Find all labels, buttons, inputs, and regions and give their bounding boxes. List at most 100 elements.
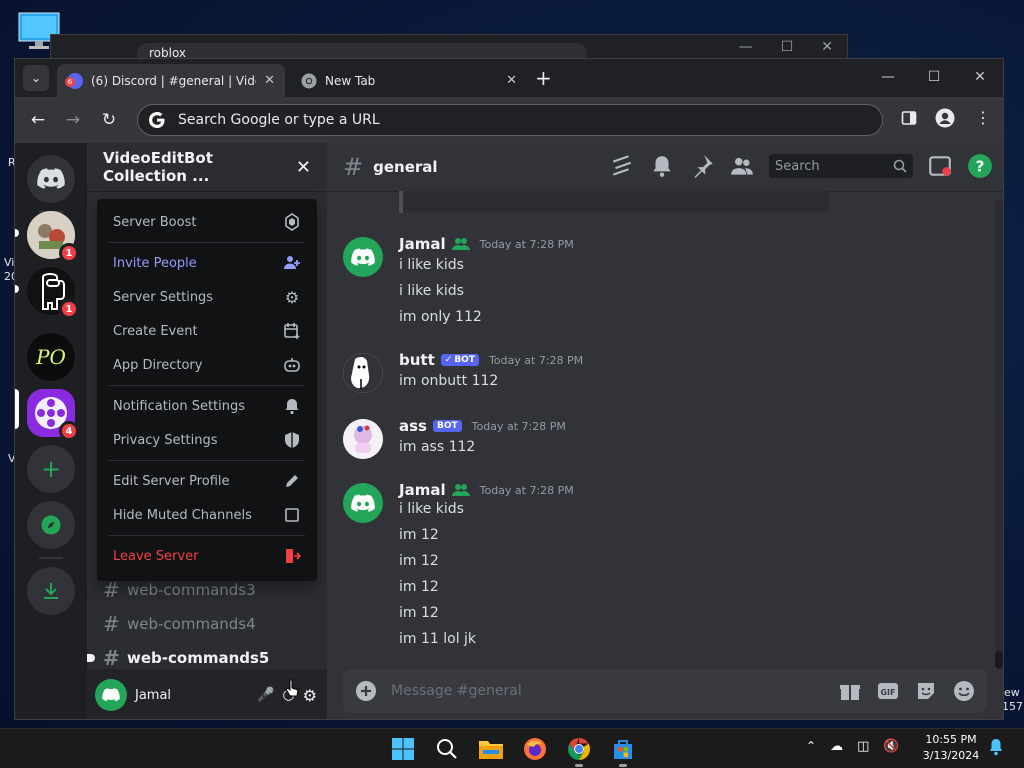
message-text: i like kids (399, 257, 464, 273)
member-list-icon[interactable] (729, 153, 755, 179)
more-options-icon[interactable]: ⋮ (975, 108, 991, 127)
message-header: Jamal Today at 7:28 PM (399, 235, 574, 253)
discord-home-button[interactable] (27, 155, 75, 203)
menu-item-label: Server Boost (113, 214, 197, 230)
menu-item-label: Server Settings (113, 289, 214, 305)
threads-icon[interactable] (609, 153, 635, 179)
message-group: ass BOT Today at 7:28 PM im ass 112 (343, 417, 963, 467)
message-author[interactable]: Jamal (399, 481, 446, 499)
gif-icon[interactable]: GIF (877, 680, 899, 702)
avatar[interactable] (343, 237, 383, 277)
checkbox-icon[interactable] (283, 506, 301, 524)
server-icon-1[interactable]: 1 (27, 211, 79, 263)
chat-scrollbar[interactable] (995, 199, 1003, 669)
close-icon[interactable]: ✕ (821, 39, 833, 55)
gift-icon[interactable] (839, 680, 861, 702)
avatar[interactable] (343, 483, 383, 523)
discord-logo-icon (37, 168, 65, 189)
forward-arrow-icon[interactable]: → (62, 109, 84, 131)
sticker-icon[interactable] (915, 680, 937, 702)
profile-icon[interactable] (935, 108, 955, 128)
taskbar-clock[interactable]: 10:55 PM 3/13/2024 (916, 732, 986, 764)
back-arrow-icon[interactable]: ← (27, 109, 49, 131)
compass-icon (41, 515, 61, 535)
new-tab-button[interactable]: + (535, 67, 552, 89)
scrollbar-thumb[interactable] (995, 651, 1003, 669)
gear-icon: ⚙ (284, 287, 300, 307)
taskbar-search-button[interactable] (433, 735, 461, 763)
attach-plus-icon[interactable] (355, 680, 377, 702)
network-icon[interactable]: ◫ (857, 739, 869, 754)
maximize-icon[interactable]: ☐ (781, 39, 794, 55)
chevron-down-icon: ⌄ (30, 71, 42, 85)
firefox-button[interactable] (521, 735, 549, 763)
onedrive-icon[interactable]: ☁ (830, 739, 843, 754)
menu-item-edit-server-profile[interactable]: Edit Server Profile (105, 464, 309, 498)
help-icon[interactable]: ? (967, 153, 993, 179)
message-author[interactable]: ass (399, 417, 427, 435)
download-apps-button[interactable] (27, 567, 75, 615)
close-icon[interactable]: ✕ (296, 157, 311, 178)
boost-icon (285, 213, 299, 231)
menu-item-invite-people[interactable]: Invite People (105, 246, 309, 280)
file-explorer-button[interactable] (477, 735, 505, 763)
message-author[interactable]: butt (399, 351, 435, 369)
server-icon-2[interactable]: 1 (27, 267, 79, 319)
chevron-up-icon[interactable]: ⌃ (806, 739, 816, 754)
tab-title: (6) Discord | #general | VideoEdi (91, 73, 256, 88)
channel-item[interactable]: # web-commands4 (95, 609, 319, 639)
reload-icon[interactable]: ↻ (98, 109, 120, 131)
close-icon[interactable]: ✕ (957, 59, 1003, 95)
mouse-cursor-icon (285, 679, 299, 697)
checkmark-icon: ✓ (444, 355, 453, 365)
server-icon-po[interactable]: PO (27, 333, 75, 381)
message-author[interactable]: Jamal (399, 235, 446, 253)
chrome-button[interactable] (565, 735, 593, 763)
close-tab-icon[interactable]: ✕ (506, 73, 517, 88)
server-header[interactable]: VideoEditBot Collection ... ✕ (87, 143, 327, 191)
bell-icon[interactable] (649, 153, 675, 179)
menu-item-label: Invite People (113, 255, 197, 271)
avatar[interactable] (343, 353, 383, 393)
server-icon-videoeditbot[interactable]: 4 (27, 389, 79, 441)
tab-search-button[interactable]: ⌄ (23, 65, 49, 91)
explore-servers-button[interactable] (27, 501, 75, 549)
menu-item-hide-muted-channels[interactable]: Hide Muted Channels (105, 498, 309, 532)
menu-item-create-event[interactable]: Create Event (105, 314, 309, 348)
volume-muted-icon[interactable]: 🔇 (883, 739, 899, 754)
avatar[interactable] (343, 419, 383, 459)
menu-item-leave-server[interactable]: Leave Server (105, 539, 309, 573)
menu-item-app-directory[interactable]: App Directory (105, 348, 309, 382)
chat-area: # general Search ? Jamal Today at 7:28 P… (327, 143, 1003, 719)
address-bar[interactable]: Search Google or type a URL (137, 104, 883, 136)
tab-new-tab[interactable]: New Tab ✕ (291, 64, 527, 97)
search-input[interactable]: Search (769, 154, 913, 178)
muted-mic-icon[interactable]: 🎤 (257, 687, 274, 703)
microsoft-store-button[interactable] (609, 735, 637, 763)
hashtag-icon: # (103, 612, 120, 636)
menu-item-server-settings[interactable]: Server Settings ⚙ (105, 280, 309, 314)
start-button[interactable] (389, 735, 417, 763)
hashtag-icon: # (103, 578, 120, 602)
message-input[interactable]: Message #general (391, 683, 825, 699)
svg-text:?: ? (976, 157, 985, 175)
menu-item-notification-settings[interactable]: Notification Settings (105, 389, 309, 423)
user-settings-gear-icon[interactable]: ⚙ (303, 686, 317, 705)
menu-item-privacy-settings[interactable]: Privacy Settings (105, 423, 309, 457)
shield-icon (285, 432, 299, 448)
avatar[interactable] (95, 679, 127, 711)
menu-item-server-boost[interactable]: Server Boost (105, 205, 309, 239)
close-tab-icon[interactable]: ✕ (264, 73, 275, 88)
minimize-icon[interactable]: — (865, 59, 911, 95)
firefox-icon (524, 738, 546, 760)
minimize-icon[interactable]: — (739, 39, 753, 55)
tab-discord[interactable]: 6 (6) Discord | #general | VideoEdi ✕ (57, 64, 285, 97)
notification-bell-icon[interactable] (988, 738, 1004, 756)
inbox-icon[interactable] (927, 153, 953, 179)
add-server-button[interactable]: + (27, 445, 75, 493)
menu-separator (109, 385, 305, 386)
maximize-icon[interactable]: ☐ (911, 59, 957, 95)
emoji-icon[interactable] (953, 680, 975, 702)
side-panel-icon[interactable] (901, 110, 917, 126)
pin-icon[interactable] (689, 153, 715, 179)
